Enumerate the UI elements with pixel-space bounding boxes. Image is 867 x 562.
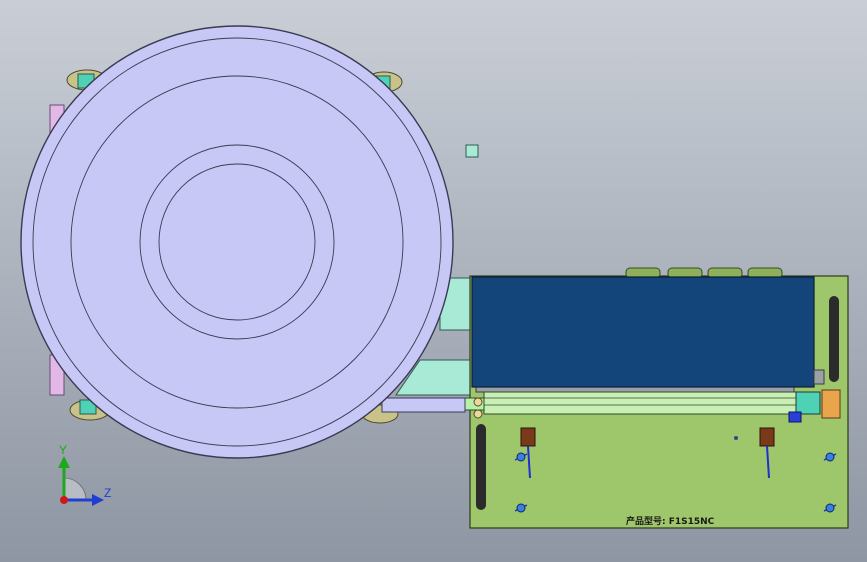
slot-left — [476, 424, 486, 510]
triad-z-label: Z — [104, 486, 111, 500]
plate-model-label: 产品型号: F1S15NC — [626, 515, 715, 527]
cad-viewport[interactable]: 产品型号: F1S15NC Y Z — [0, 0, 867, 562]
hopper — [471, 276, 825, 393]
slot-right — [829, 296, 839, 382]
triad-y-label: Y — [59, 443, 67, 457]
